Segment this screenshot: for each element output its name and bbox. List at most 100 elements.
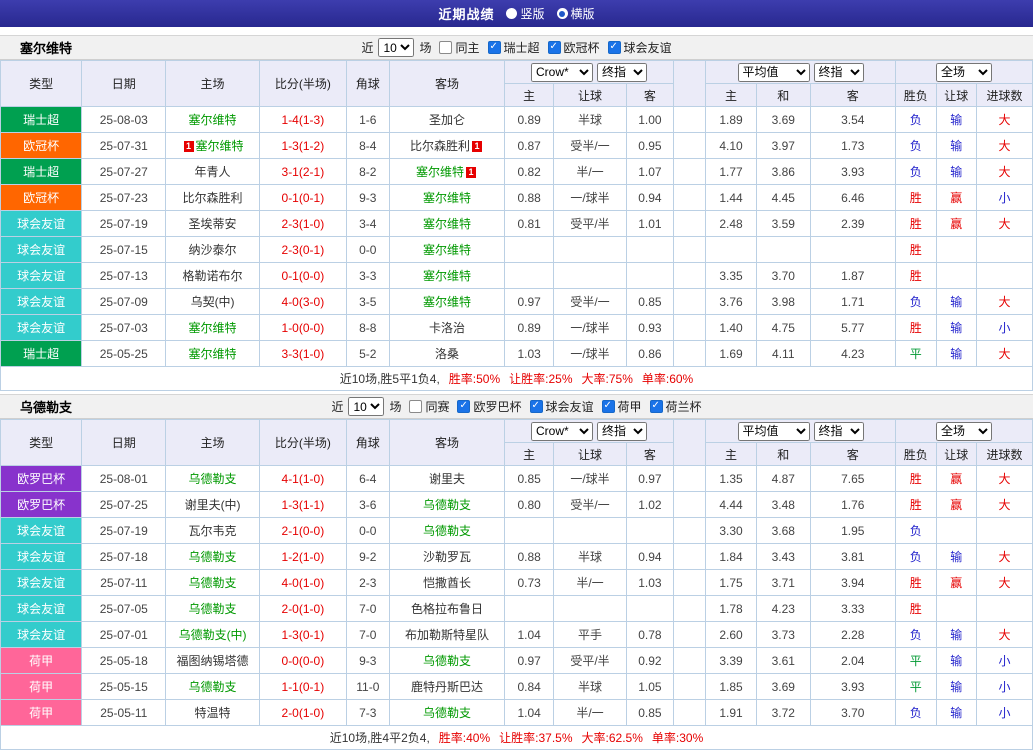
- crown-odds-away: 1.07: [626, 158, 674, 185]
- home-team-name: 谢里夫(中): [184, 498, 241, 512]
- view-mode-option[interactable]: 竖版: [506, 5, 545, 22]
- column-header: 客场: [388, 419, 506, 466]
- match-score: 4-0(3-0): [258, 288, 348, 315]
- table-row: 瑞士超 25-05-25 塞尔维特 3-3(1-0) 5-2 洛桑 1.03 一/球半 0.86…: [0, 340, 1033, 367]
- recent-count-select[interactable]: 10: [348, 397, 385, 416]
- league-type-badge: 球会友谊: [0, 262, 83, 289]
- match-score: 1-3(0-1): [258, 621, 348, 648]
- crown-odds-home: 1.03: [504, 340, 554, 367]
- home-team: 格勒诺布尔: [165, 262, 260, 289]
- bookmaker-select[interactable]: Crow*: [530, 62, 593, 82]
- match-date: 25-07-05: [81, 595, 167, 622]
- away-team: 恺撒酋长: [388, 569, 506, 596]
- home-team: 乌德勒支: [165, 569, 260, 596]
- average-select[interactable]: 平均值: [737, 62, 810, 82]
- average-odds-home: [705, 236, 757, 263]
- match-score: 0-1(0-1): [258, 184, 348, 211]
- result-handicap: 输: [935, 288, 978, 315]
- bookmaker-select[interactable]: Crow*: [530, 421, 593, 441]
- away-team: 塞尔维特: [388, 262, 506, 289]
- table-row: 瑞士超 25-08-03 塞尔维特 1-4(1-3) 1-6 圣加仑 0.89 半球 1.00 1…: [0, 106, 1033, 133]
- league-type-badge: 欧冠杯: [0, 184, 83, 211]
- final-odds-select[interactable]: 终指: [813, 62, 864, 82]
- summary-stat: 让胜率:37.5%: [499, 731, 573, 745]
- recent-count-select[interactable]: 10: [378, 38, 415, 57]
- home-team: 1 塞尔维特: [165, 132, 260, 159]
- view-mode-option[interactable]: 横版: [556, 5, 595, 22]
- final-odds-select[interactable]: 终指: [596, 62, 647, 82]
- result-handicap: 输: [935, 132, 978, 159]
- column-header: 角球: [346, 60, 390, 107]
- fulltime-select[interactable]: 全场: [935, 421, 992, 441]
- column-header: 主场: [165, 419, 260, 466]
- average-odds-draw: 3.69: [755, 673, 811, 700]
- column-header: 主场: [165, 60, 260, 107]
- league-type-badge: 荷甲: [0, 647, 83, 674]
- corner-score: 8-8: [346, 314, 390, 341]
- home-team: 纳沙泰尔: [165, 236, 260, 263]
- match-date: 25-07-01: [81, 621, 167, 648]
- away-team: 塞尔维特: [388, 210, 506, 237]
- match-date: 25-07-23: [81, 184, 167, 211]
- crown-odds-home: 0.88: [504, 543, 554, 570]
- average-odds-home: 4.10: [705, 132, 757, 159]
- match-score: 3-1(2-1): [258, 158, 348, 185]
- average-odds-draw: 3.48: [755, 491, 811, 518]
- result-goals: 大: [976, 340, 1033, 367]
- crown-odds-away: 0.92: [626, 647, 674, 674]
- same-filter-checkbox[interactable]: [439, 41, 453, 54]
- league-filter-checkbox[interactable]: [601, 400, 615, 413]
- home-team-name: 塞尔维特: [195, 139, 244, 153]
- league-type-badge: 瑞士超: [0, 158, 83, 185]
- match-score: 1-1(0-1): [258, 673, 348, 700]
- crown-odds-handicap: 受平/半: [552, 210, 628, 237]
- league-filter-checkbox[interactable]: [547, 41, 561, 54]
- corner-score: 9-3: [346, 647, 390, 674]
- crown-odds-home: 0.85: [504, 465, 554, 492]
- match-date: 25-05-18: [81, 647, 167, 674]
- final-odds-select[interactable]: 终指: [596, 421, 647, 441]
- home-team: 比尔森胜利: [165, 184, 260, 211]
- away-team-name: 比尔森胜利: [409, 139, 470, 153]
- crown-odds-home: 0.89: [504, 106, 554, 133]
- radio-selected-icon[interactable]: [556, 8, 568, 19]
- crown-odds-handicap: 一/球半: [552, 465, 628, 492]
- average-odds-home: 1.75: [705, 569, 757, 596]
- result-outcome: 平: [894, 340, 937, 367]
- home-team: 乌德勒支: [165, 465, 260, 492]
- league-filter-checkbox[interactable]: [457, 400, 471, 413]
- summary-stat: 大率:75%: [581, 372, 633, 386]
- league-filter-checkbox[interactable]: [487, 41, 501, 54]
- league-type-badge: 球会友谊: [0, 543, 83, 570]
- match-score: 2-1(0-0): [258, 517, 348, 544]
- league-filter-checkbox[interactable]: [607, 41, 621, 54]
- average-select[interactable]: 平均值: [737, 421, 810, 441]
- home-team-name: 福图纳锡塔德: [176, 654, 249, 668]
- fulltime-select[interactable]: 全场: [935, 62, 992, 82]
- average-odds-draw: 3.97: [755, 132, 811, 159]
- result-goals: 小: [976, 647, 1033, 674]
- home-team: 特温特: [165, 699, 260, 726]
- result-outcome: 负: [894, 517, 937, 544]
- crown-odds-home: 0.89: [504, 314, 554, 341]
- radio-unselected-icon[interactable]: [506, 8, 518, 19]
- result-outcome: 胜: [894, 236, 937, 263]
- league-filter-checkbox[interactable]: [649, 400, 663, 413]
- average-odds-home: 1.85: [705, 673, 757, 700]
- league-filter-checkbox[interactable]: [529, 400, 543, 413]
- match-score: 1-4(1-3): [258, 106, 348, 133]
- same-filter-checkbox[interactable]: [409, 400, 423, 413]
- home-team-name: 乌德勒支: [188, 576, 237, 590]
- view-mode-label: 横版: [570, 7, 595, 21]
- average-odds-draw: 3.72: [755, 699, 811, 726]
- table-row: 球会友谊 25-07-18 乌德勒支 1-2(1-0) 9-2 沙勒罗瓦 0.88 半球 0.9…: [0, 543, 1033, 570]
- average-odds-away: 2.04: [809, 647, 896, 674]
- result-goals: 大: [976, 288, 1033, 315]
- match-date: 25-07-19: [81, 210, 167, 237]
- crown-odds-home: 0.82: [504, 158, 554, 185]
- final-odds-select[interactable]: 终指: [813, 421, 864, 441]
- corner-score: 2-3: [346, 569, 390, 596]
- away-team-name: 色格拉布鲁日: [410, 602, 483, 616]
- league-filter-label: 荷兰杯: [665, 400, 702, 414]
- away-team-name: 塞尔维特: [422, 269, 471, 283]
